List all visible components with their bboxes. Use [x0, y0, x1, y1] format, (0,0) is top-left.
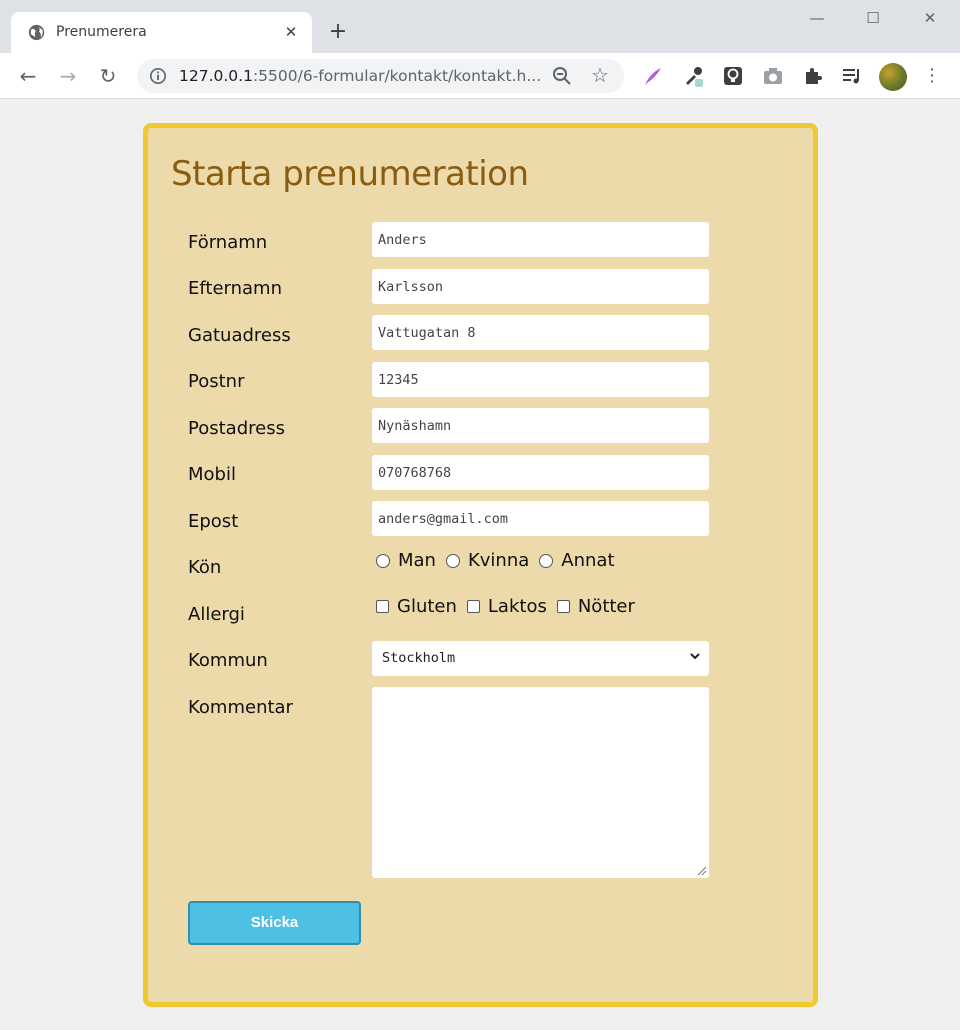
allergi-checkbox-laktos[interactable]	[466, 600, 480, 613]
url-path: :5500/6-formular/kontakt/kontakt.h...	[252, 67, 542, 85]
maximize-icon[interactable]: ☐	[863, 8, 883, 28]
label-allergi: Allergi	[188, 604, 245, 625]
allergi-checkbox-gluten[interactable]	[376, 600, 389, 613]
postnr-input[interactable]	[372, 362, 709, 397]
forward-icon[interactable]: →	[55, 63, 81, 89]
playlist-icon[interactable]	[841, 65, 863, 87]
kommentar-textarea[interactable]	[372, 687, 709, 878]
allergi-checkbox-notter[interactable]	[556, 600, 570, 613]
allergi-option-label: Laktos	[487, 596, 547, 617]
gatuadress-input[interactable]	[372, 315, 709, 350]
tab-title: Prenumerera	[56, 24, 147, 40]
epost-input[interactable]	[372, 501, 709, 536]
info-icon[interactable]	[149, 67, 167, 85]
close-tab-icon[interactable]: ✕	[281, 22, 301, 42]
feather-extension-icon[interactable]	[642, 65, 664, 87]
resize-grip-icon[interactable]	[697, 866, 707, 876]
label-mobil: Mobil	[188, 464, 236, 485]
allergi-option-label: Gluten	[397, 596, 457, 617]
label-postnr: Postnr	[188, 371, 245, 392]
extensions-puzzle-icon[interactable]	[802, 65, 824, 87]
globe-icon	[28, 24, 45, 41]
fornamn-input[interactable]	[372, 222, 709, 257]
profile-avatar[interactable]	[879, 63, 907, 91]
kon-radio-annat[interactable]	[539, 553, 554, 568]
postadress-input[interactable]	[372, 408, 709, 443]
browser-tab-strip: Prenumerera ✕ + — ☐ ✕	[0, 0, 960, 53]
browser-toolbar: ← → ↻ 127.0.0.1:5500/6-formular/kontakt/…	[0, 53, 960, 99]
form-heading: Starta prenumeration	[171, 154, 529, 194]
url-text: 127.0.0.1:5500/6-formular/kontakt/kontak…	[179, 67, 541, 85]
address-bar[interactable]: 127.0.0.1:5500/6-formular/kontakt/kontak…	[137, 59, 624, 93]
chevron-down-icon	[690, 653, 700, 660]
page-viewport: Starta prenumeration Förnamn Efternamn G…	[0, 100, 960, 1030]
efternamn-input[interactable]	[372, 269, 709, 304]
kon-radio-kvinna[interactable]	[445, 553, 460, 568]
label-efternamn: Efternamn	[188, 278, 282, 299]
kon-option-label: Man	[398, 550, 436, 571]
new-tab-icon[interactable]: +	[326, 20, 350, 44]
kon-radio-group: Man Kvinna Annat	[376, 550, 625, 571]
zoom-out-icon[interactable]	[552, 66, 572, 86]
kon-option-label: Kvinna	[467, 550, 530, 571]
subscription-form: Starta prenumeration Förnamn Efternamn G…	[143, 123, 818, 1007]
label-gatuadress: Gatuadress	[188, 325, 291, 346]
kommun-select[interactable]: Stockholm	[372, 641, 709, 676]
reload-icon[interactable]: ↻	[95, 63, 121, 89]
color-picker-extension-icon[interactable]	[682, 65, 704, 87]
label-kommun: Kommun	[188, 650, 268, 671]
kon-option-label: Annat	[561, 550, 615, 571]
label-kommentar: Kommentar	[188, 697, 293, 718]
back-icon[interactable]: ←	[15, 63, 41, 89]
label-fornamn: Förnamn	[188, 232, 268, 253]
close-window-icon[interactable]: ✕	[920, 8, 940, 28]
label-kon: Kön	[188, 557, 222, 578]
label-epost: Epost	[188, 511, 239, 532]
bookmark-star-icon[interactable]: ☆	[591, 63, 609, 87]
label-postadress: Postadress	[188, 418, 285, 439]
allergi-option-label: Nötter	[577, 596, 635, 617]
browser-menu-icon[interactable]: ⋮	[922, 65, 942, 87]
browser-tab[interactable]: Prenumerera ✕	[11, 12, 312, 53]
minimize-icon[interactable]: —	[807, 8, 827, 28]
bulb-extension-icon[interactable]	[722, 65, 744, 87]
mobil-input[interactable]	[372, 455, 709, 490]
kommun-selected-value: Stockholm	[382, 650, 456, 666]
allergi-checkbox-group: Gluten Laktos Nötter	[376, 596, 645, 617]
kon-radio-man[interactable]	[376, 553, 390, 568]
url-host: 127.0.0.1	[179, 67, 253, 85]
camera-extension-icon[interactable]	[762, 65, 784, 87]
submit-button[interactable]: Skicka	[188, 901, 361, 945]
